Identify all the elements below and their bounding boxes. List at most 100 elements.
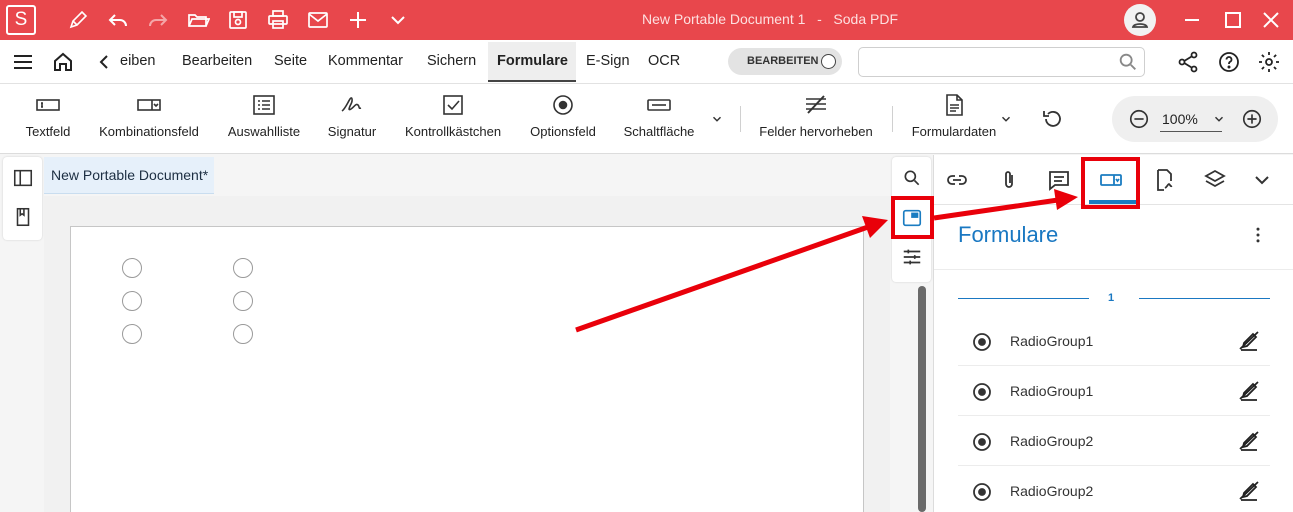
- mail-icon[interactable]: [306, 8, 330, 32]
- menu-item-ocr[interactable]: OCR: [648, 53, 680, 69]
- field-name: RadioGroup1: [1010, 383, 1094, 399]
- chevron-left-icon[interactable]: [92, 50, 116, 74]
- push-button-label: Schaltfläche: [623, 124, 695, 139]
- link-icon[interactable]: [945, 168, 969, 192]
- search-icon[interactable]: [1117, 51, 1139, 73]
- radio-field[interactable]: [122, 291, 142, 311]
- chevron-down-icon[interactable]: [1212, 112, 1226, 126]
- list-item[interactable]: RadioGroup1: [958, 366, 1270, 416]
- attachment-icon[interactable]: [997, 168, 1021, 192]
- radio-field[interactable]: [233, 258, 253, 278]
- user-avatar[interactable]: [1124, 4, 1156, 36]
- zoom-value[interactable]: 100%: [1162, 111, 1198, 127]
- field-name: RadioGroup2: [1010, 433, 1094, 449]
- zoom-underline: [1160, 131, 1222, 132]
- combobox-icon: [137, 99, 161, 111]
- radio-field[interactable]: [233, 324, 253, 344]
- redo-icon[interactable]: [146, 8, 170, 32]
- list-item[interactable]: RadioGroup2: [958, 466, 1270, 512]
- minimize-icon[interactable]: [1180, 8, 1204, 32]
- layers-icon[interactable]: [1203, 168, 1227, 192]
- title-bar: S New Portable Document 1 - Soda PDF: [0, 0, 1293, 40]
- more-options-icon[interactable]: [1248, 225, 1268, 245]
- radio-field[interactable]: [122, 324, 142, 344]
- maximize-icon[interactable]: [1221, 8, 1245, 32]
- chevron-down-icon[interactable]: [1250, 168, 1274, 192]
- document-tab[interactable]: New Portable Document*: [44, 157, 214, 194]
- share-icon[interactable]: [1176, 50, 1200, 74]
- menu-item-formulare[interactable]: Formulare: [497, 53, 568, 69]
- document-tab-title: New Portable Document*: [51, 167, 209, 183]
- window-title: New Portable Document 1 - Soda PDF: [560, 11, 980, 27]
- edit-disabled-icon[interactable]: [1237, 479, 1261, 503]
- list-item[interactable]: RadioGroup1: [958, 316, 1270, 366]
- search-icon[interactable]: [902, 168, 922, 188]
- app-logo[interactable]: S: [6, 5, 36, 35]
- home-icon[interactable]: [51, 50, 75, 74]
- menu-item-bearbeiten[interactable]: Bearbeiten: [182, 53, 252, 69]
- push-button-icon: [647, 99, 671, 111]
- radio-field[interactable]: [122, 258, 142, 278]
- search-input[interactable]: [867, 49, 1107, 75]
- reset-icon[interactable]: [1041, 107, 1065, 131]
- form-data-label: Formulardaten: [911, 124, 997, 139]
- user-icon: [1131, 12, 1149, 28]
- hamburger-menu-icon[interactable]: [11, 50, 35, 74]
- highlight-fields-button[interactable]: Felder hervorheben: [756, 84, 876, 154]
- edit-mode-toggle[interactable]: BEARBEITEN: [728, 48, 842, 75]
- settings-gear-icon[interactable]: [1257, 50, 1281, 74]
- form-data-button[interactable]: Formulardaten: [906, 84, 1002, 154]
- bookmark-icon[interactable]: [12, 206, 34, 228]
- menu-item-esign[interactable]: E-Sign: [586, 53, 630, 69]
- radio-field[interactable]: [233, 291, 253, 311]
- title-separator: -: [817, 11, 822, 27]
- chevron-down-icon[interactable]: [386, 8, 410, 32]
- add-icon[interactable]: [346, 8, 370, 32]
- signature-label: Signatur: [327, 124, 377, 139]
- edit-disabled-icon[interactable]: [1237, 379, 1261, 403]
- listbox-button[interactable]: Auswahlliste: [224, 84, 304, 154]
- save-icon[interactable]: [226, 8, 250, 32]
- close-icon[interactable]: [1259, 8, 1283, 32]
- menu-item-sichern[interactable]: Sichern: [427, 53, 476, 69]
- checkbox-button[interactable]: Kontrollkästchen: [400, 84, 506, 154]
- divider: [892, 106, 893, 132]
- panel-title: Formulare: [958, 222, 1059, 247]
- adjust-sliders-icon[interactable]: [901, 246, 923, 268]
- divider: [934, 269, 1293, 270]
- pen-icon[interactable]: [66, 8, 90, 32]
- textfield-icon: [36, 99, 60, 111]
- annotation-highlight-box: [1081, 157, 1140, 209]
- pdf-page[interactable]: [70, 226, 864, 512]
- divider: [740, 106, 741, 132]
- radio-field-icon: [973, 483, 991, 501]
- signed-document-icon[interactable]: [1152, 168, 1176, 192]
- help-icon[interactable]: [1217, 50, 1241, 74]
- push-button-tool[interactable]: Schaltfläche: [620, 84, 698, 154]
- menu-item-schreiben[interactable]: eiben: [120, 53, 155, 69]
- radio-button-tool[interactable]: Optionsfeld: [526, 84, 600, 154]
- radio-icon: [553, 95, 573, 115]
- zoom-out-icon[interactable]: [1128, 108, 1150, 130]
- combobox-button[interactable]: Kombinationsfeld: [94, 84, 204, 154]
- edit-disabled-icon[interactable]: [1237, 429, 1261, 453]
- menu-item-seite[interactable]: Seite: [274, 53, 307, 69]
- chevron-down-icon[interactable]: [710, 112, 724, 126]
- list-item[interactable]: RadioGroup2: [958, 416, 1270, 466]
- undo-icon[interactable]: [106, 8, 130, 32]
- vertical-scrollbar[interactable]: [918, 286, 926, 512]
- textfield-button[interactable]: Textfeld: [18, 84, 78, 154]
- listbox-label: Auswahlliste: [227, 124, 301, 139]
- chevron-down-icon[interactable]: [999, 112, 1013, 126]
- comment-icon[interactable]: [1047, 168, 1071, 192]
- zoom-in-icon[interactable]: [1241, 108, 1263, 130]
- divider: [1139, 298, 1270, 299]
- open-folder-icon[interactable]: [186, 8, 210, 32]
- zoom-control: 100%: [1112, 96, 1278, 142]
- left-sidebar: [3, 157, 42, 240]
- menu-item-kommentar[interactable]: Kommentar: [328, 53, 403, 69]
- edit-disabled-icon[interactable]: [1237, 329, 1261, 353]
- signature-button[interactable]: Signatur: [322, 84, 382, 154]
- print-icon[interactable]: [266, 8, 290, 32]
- panel-toggle-icon[interactable]: [12, 167, 34, 189]
